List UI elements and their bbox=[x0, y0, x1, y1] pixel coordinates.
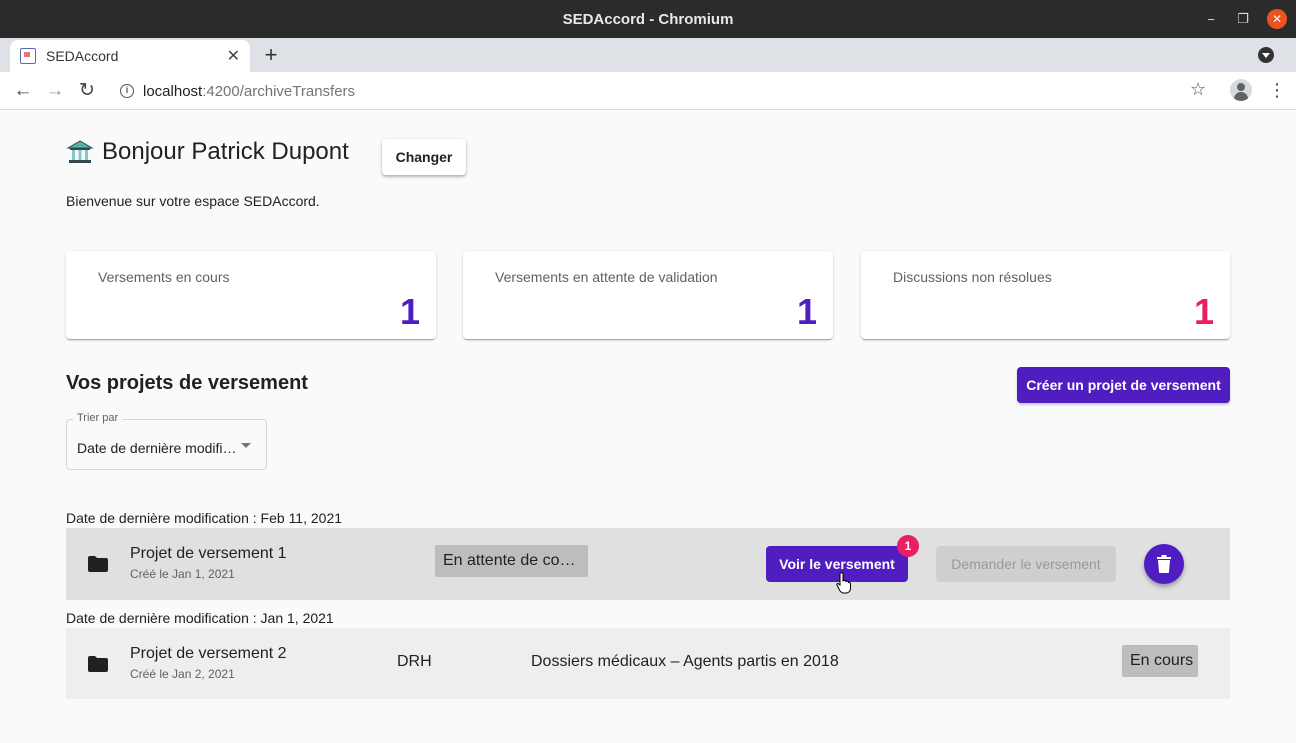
project-service: DRH bbox=[397, 653, 432, 670]
delete-button[interactable] bbox=[1144, 544, 1184, 584]
status-chip: En attente de corrections bbox=[435, 545, 588, 577]
dropdown-arrow-icon bbox=[241, 443, 251, 448]
create-project-button[interactable]: Créer un projet de versement bbox=[1017, 367, 1230, 403]
profile-avatar-icon[interactable] bbox=[1230, 79, 1252, 101]
favicon-icon bbox=[20, 48, 36, 64]
browser-menu-icon[interactable]: ⋮ bbox=[1268, 80, 1286, 100]
folder-icon bbox=[88, 656, 108, 672]
close-window-icon[interactable]: ✕ bbox=[1267, 9, 1287, 29]
hand-cursor-icon bbox=[836, 572, 851, 594]
stat-card-pending-validation: Versements en attente de validation 1 bbox=[463, 251, 833, 339]
reload-icon[interactable]: ↻ bbox=[76, 80, 98, 102]
browser-toolbar: ← → ↻ i localhost:4200/archiveTransfers … bbox=[0, 72, 1296, 110]
window-title: SEDAccord - Chromium bbox=[562, 10, 734, 28]
stat-label: Discussions non résolues bbox=[893, 269, 1052, 285]
stat-value: 1 bbox=[399, 291, 420, 332]
project-name: Projet de versement 1 bbox=[130, 545, 287, 562]
project-row[interactable]: Projet de versement 2 Créé le Jan 2, 202… bbox=[66, 628, 1230, 699]
stat-card-open-discussions: Discussions non résolues 1 bbox=[861, 251, 1230, 339]
folder-icon bbox=[88, 556, 108, 572]
project-description: Dossiers médicaux – Agents partis en 201… bbox=[531, 653, 839, 670]
status-chip: En cours bbox=[1122, 645, 1198, 677]
tab-sedaccord[interactable]: SEDAccord ✕ bbox=[10, 40, 250, 72]
window-titlebar: SEDAccord - Chromium − ❐ ✕ bbox=[0, 0, 1296, 38]
tab-search-icon[interactable] bbox=[1258, 47, 1274, 63]
notification-badge: 1 bbox=[897, 535, 919, 557]
url-path: :4200/archiveTransfers bbox=[202, 82, 356, 100]
back-icon[interactable]: ← bbox=[12, 80, 34, 102]
stat-value: 1 bbox=[796, 291, 817, 332]
bookmark-star-icon[interactable]: ☆ bbox=[1190, 79, 1206, 100]
stat-card-in-progress: Versements en cours 1 bbox=[66, 251, 436, 339]
project-row[interactable]: Projet de versement 1 Créé le Jan 1, 202… bbox=[66, 528, 1230, 600]
change-button[interactable]: Changer bbox=[382, 139, 466, 175]
tab-title: SEDAccord bbox=[46, 48, 119, 64]
address-bar[interactable]: i localhost:4200/archiveTransfers bbox=[108, 75, 1228, 107]
sort-value: Date de dernière modification bbox=[77, 440, 242, 456]
project-created-date: Créé le Jan 1, 2021 bbox=[130, 567, 235, 581]
page-title: Bonjour Patrick Dupont bbox=[66, 138, 349, 166]
trash-icon bbox=[1157, 555, 1171, 573]
sort-label: Trier par bbox=[73, 412, 123, 424]
welcome-text: Bienvenue sur votre espace SEDAccord. bbox=[66, 193, 320, 209]
project-name: Projet de versement 2 bbox=[130, 645, 287, 662]
group-date-label: Date de dernière modification : Feb 11, … bbox=[66, 510, 343, 526]
projects-heading: Vos projets de versement bbox=[66, 372, 308, 394]
greeting-text: Bonjour Patrick Dupont bbox=[102, 138, 349, 165]
page-content: Bonjour Patrick Dupont Changer Bienvenue… bbox=[0, 110, 1296, 743]
stat-label: Versements en cours bbox=[98, 269, 230, 285]
maximize-icon[interactable]: ❐ bbox=[1233, 9, 1253, 29]
url-host: localhost bbox=[143, 82, 203, 100]
sort-select[interactable]: Trier par Date de dernière modification bbox=[66, 412, 267, 470]
bank-icon bbox=[66, 140, 94, 163]
project-created-date: Créé le Jan 2, 2021 bbox=[130, 667, 235, 681]
forward-icon[interactable]: → bbox=[44, 80, 66, 102]
site-info-icon[interactable]: i bbox=[120, 84, 134, 98]
request-transfer-button: Demander le versement bbox=[936, 546, 1116, 582]
stat-value: 1 bbox=[1193, 291, 1214, 332]
tab-close-icon[interactable]: ✕ bbox=[227, 46, 240, 66]
new-tab-button[interactable]: + bbox=[260, 44, 282, 66]
tab-strip: SEDAccord ✕ bbox=[0, 38, 1296, 72]
group-date-label: Date de dernière modification : Jan 1, 2… bbox=[66, 610, 334, 626]
minimize-icon[interactable]: − bbox=[1201, 9, 1221, 29]
stat-label: Versements en attente de validation bbox=[495, 269, 718, 285]
